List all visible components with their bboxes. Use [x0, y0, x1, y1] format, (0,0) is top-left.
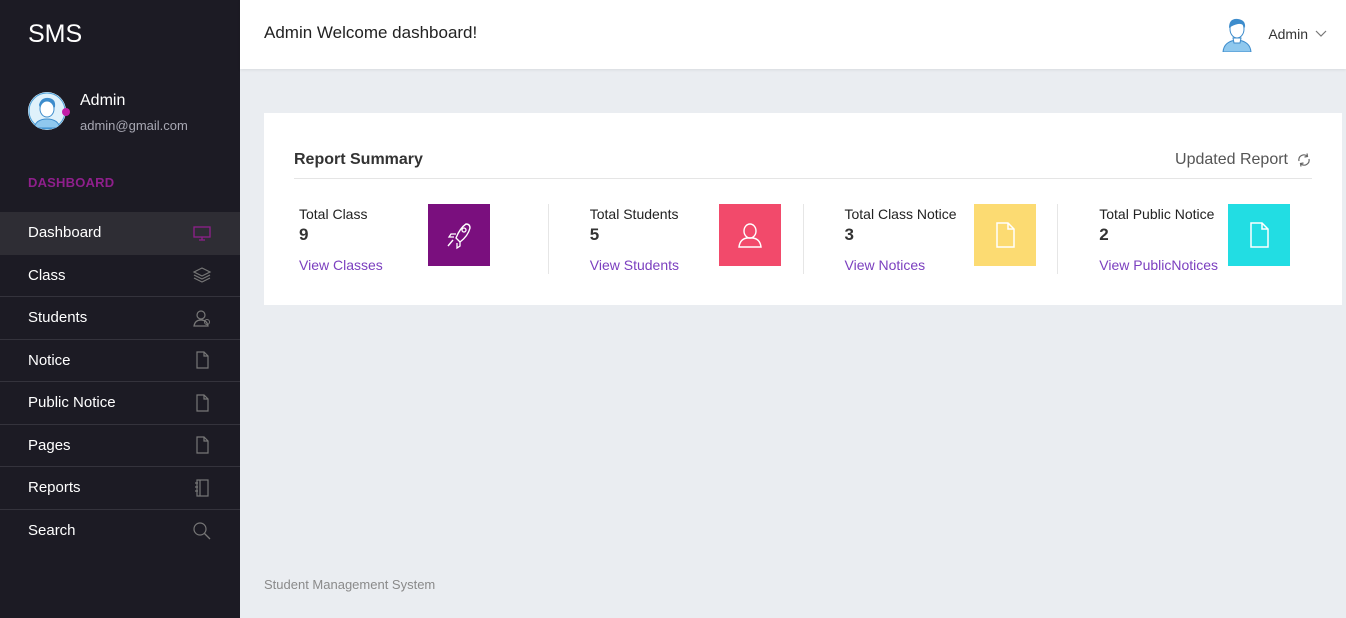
sidebar-item-class[interactable]: Class [0, 255, 240, 297]
sidebar-item-label: Students [28, 309, 88, 327]
sidebar-item-reports[interactable]: Reports [0, 467, 240, 510]
stat-value: 5 [589, 225, 600, 244]
chevron-down-icon [1315, 30, 1327, 37]
stat-label: Total Students [589, 206, 679, 222]
sidebar-item-pages[interactable]: Pages [0, 425, 240, 467]
stat-total-public-notice: Total Public Notice 2 View PublicNotices [1058, 204, 1312, 274]
user-name: Admin [1268, 26, 1308, 42]
user-avatar-icon [1222, 18, 1252, 52]
stat-total-students: Total Students 5 View Students [549, 204, 804, 274]
file-icon [192, 350, 212, 370]
avatar-icon [28, 92, 66, 130]
sidebar-menu: Dashboard Class Students Notice Public N… [0, 212, 240, 552]
top-header: Admin Welcome dashboard! Admin [240, 0, 1346, 69]
refresh-icon [1298, 153, 1310, 167]
brand-logo[interactable]: SMS [28, 20, 82, 49]
search-icon [192, 521, 212, 541]
user-menu[interactable]: Admin [1220, 16, 1328, 52]
notebook-icon [192, 478, 212, 498]
user-icon [737, 223, 762, 248]
sidebar-item-label: Public Notice [28, 394, 116, 412]
stat-icon-box [718, 204, 781, 266]
layers-icon [192, 265, 212, 285]
stat-label: Total Class Notice [844, 206, 957, 222]
file-icon [1250, 222, 1269, 248]
view-classes-link[interactable]: View Classes [299, 257, 383, 273]
file-icon [192, 393, 212, 413]
stat-value: 3 [844, 225, 854, 244]
view-public-notices-link[interactable]: View PublicNotices [1099, 257, 1218, 273]
sidebar-item-dashboard[interactable]: Dashboard [0, 212, 240, 255]
section-label-dashboard: DASHBOARD [28, 175, 115, 190]
profile-email: admin@gmail.com [80, 118, 188, 133]
stat-total-class-notice: Total Class Notice 3 View Notices [804, 204, 1059, 274]
sidebar-item-search[interactable]: Search [0, 510, 240, 553]
view-students-link[interactable]: View Students [590, 257, 679, 273]
stat-icon-box [1228, 204, 1291, 266]
sidebar-item-public-notice[interactable]: Public Notice [0, 382, 240, 425]
stat-label: Total Public Notice [1099, 206, 1215, 222]
stats-row: Total Class 9 View Classes Total Student… [294, 204, 1312, 274]
updated-report-label: Updated Report [1175, 151, 1288, 168]
sidebar: SMS Admin admin@gmail.com DASHBOARD Dash… [0, 0, 240, 618]
card-header: Report Summary Updated Report [294, 149, 1312, 179]
sidebar-item-students[interactable]: Students [0, 297, 240, 340]
avatar[interactable] [28, 92, 70, 130]
sidebar-item-notice[interactable]: Notice [0, 340, 240, 382]
sidebar-item-label: Reports [28, 479, 81, 497]
sidebar-item-label: Notice [28, 351, 71, 369]
profile-name: Admin [80, 92, 126, 109]
sidebar-profile: Admin admin@gmail.com [28, 92, 188, 133]
page-title: Admin Welcome dashboard! [264, 23, 478, 42]
file-icon [192, 435, 212, 455]
stat-value: 2 [1099, 225, 1109, 244]
user-icon [192, 308, 212, 328]
rocket-icon [447, 223, 471, 250]
file-icon [995, 222, 1015, 248]
monitor-icon [192, 223, 212, 243]
updated-report-button[interactable]: Updated Report [1175, 151, 1312, 169]
stat-icon-box [428, 204, 490, 266]
sidebar-item-label: Class [28, 266, 66, 284]
sidebar-item-label: Dashboard [28, 224, 102, 242]
report-summary-card: Report Summary Updated Report Total Clas… [264, 113, 1342, 305]
footer-text: Student Management System [264, 577, 436, 592]
stat-total-class: Total Class 9 View Classes [294, 204, 549, 274]
sidebar-item-label: Pages [28, 436, 71, 454]
card-title: Report Summary [294, 151, 423, 168]
view-notices-link[interactable]: View Notices [845, 257, 926, 273]
online-status-dot [62, 108, 70, 116]
stat-value: 9 [299, 225, 309, 244]
stat-icon-box [973, 204, 1036, 266]
sidebar-item-label: Search [28, 522, 76, 540]
stat-label: Total Class [299, 206, 368, 222]
